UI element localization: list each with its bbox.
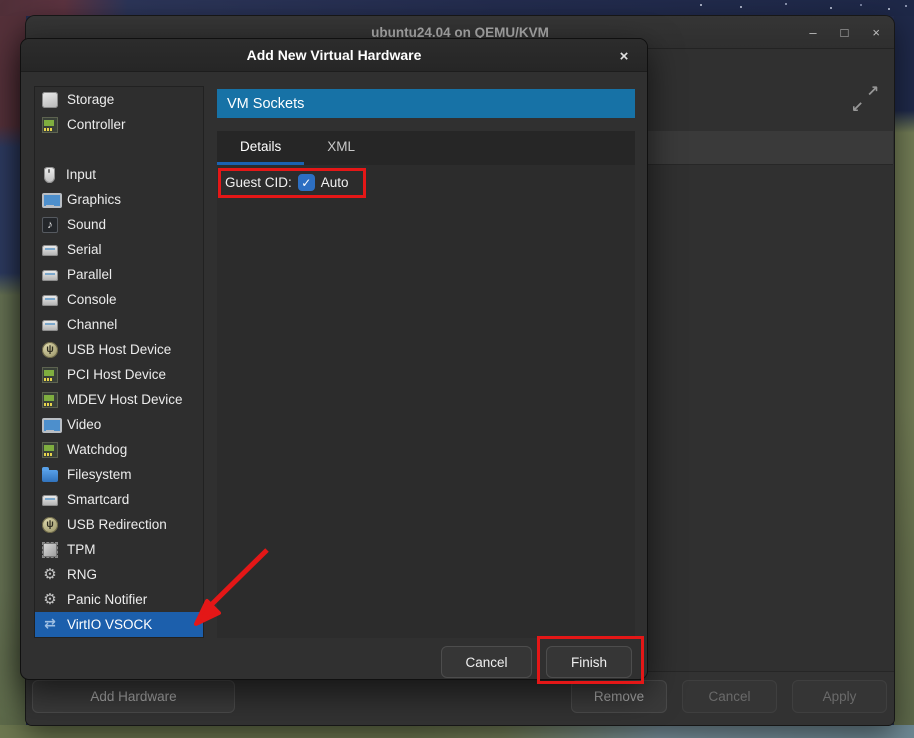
dialog-close-icon[interactable]: × bbox=[614, 46, 634, 66]
gear-icon bbox=[42, 567, 58, 583]
pci-card-icon bbox=[42, 117, 58, 133]
sidebar-item-label: Serial bbox=[67, 242, 102, 257]
sidebar-item-label: Channel bbox=[67, 317, 117, 332]
speaker-icon bbox=[42, 217, 58, 233]
folder-icon bbox=[42, 470, 58, 482]
dialog-title: Add New Virtual Hardware bbox=[247, 47, 422, 63]
sidebar-item-label: Parallel bbox=[67, 267, 112, 282]
hardware-type-list: Storage Controller Input Graphics Sound … bbox=[34, 86, 204, 638]
port-icon bbox=[42, 270, 58, 281]
sidebar-item-label: Filesystem bbox=[67, 467, 132, 482]
sidebar-item-label: TPM bbox=[67, 542, 96, 557]
arrows-icon bbox=[42, 617, 58, 633]
desktop-wallpaper-top bbox=[0, 0, 914, 16]
monitor-icon bbox=[42, 417, 58, 433]
sidebar-item-sound[interactable]: Sound bbox=[35, 212, 203, 237]
sidebar-item-filesystem[interactable]: Filesystem bbox=[35, 462, 203, 487]
sidebar-item-label: Panic Notifier bbox=[67, 592, 147, 607]
panel-tabbar: Details XML bbox=[217, 131, 635, 165]
sidebar-item-console[interactable]: Console bbox=[35, 287, 203, 312]
sidebar-item-parallel[interactable]: Parallel bbox=[35, 262, 203, 287]
usb-icon bbox=[42, 517, 58, 533]
sidebar-item-usb-redirection[interactable]: USB Redirection bbox=[35, 512, 203, 537]
sidebar-item-label: USB Host Device bbox=[67, 342, 171, 357]
close-icon[interactable]: × bbox=[872, 26, 880, 39]
auto-checkbox-label: Auto bbox=[321, 175, 349, 190]
port-icon bbox=[42, 495, 58, 506]
sidebar-item-label: Graphics bbox=[67, 192, 121, 207]
sidebar-item-label: Controller bbox=[67, 117, 126, 132]
wallpaper-stars bbox=[700, 4, 702, 6]
panel-content: Guest CID: Auto bbox=[217, 165, 635, 638]
remove-button[interactable]: Remove bbox=[571, 680, 667, 713]
sidebar-item-label: Input bbox=[66, 167, 96, 182]
maximize-icon[interactable]: □ bbox=[841, 26, 849, 39]
sidebar-item-usb-host-device[interactable]: USB Host Device bbox=[35, 337, 203, 362]
desktop-wallpaper-right bbox=[894, 0, 914, 738]
guest-cid-label: Guest CID: bbox=[225, 175, 292, 190]
sidebar-item-smartcard[interactable]: Smartcard bbox=[35, 487, 203, 512]
port-icon bbox=[42, 295, 58, 306]
finish-button[interactable]: Finish bbox=[546, 646, 632, 678]
sidebar-item-label: Console bbox=[67, 292, 117, 307]
sidebar-item-label: Storage bbox=[67, 92, 114, 107]
auto-checkbox[interactable] bbox=[298, 174, 315, 191]
cancel-button[interactable]: Cancel bbox=[441, 646, 532, 678]
sidebar-item-channel[interactable]: Channel bbox=[35, 312, 203, 337]
sidebar-item-virtio-vsock[interactable]: VirtIO VSOCK bbox=[35, 612, 203, 637]
guest-cid-row: Guest CID: Auto bbox=[217, 165, 635, 191]
sidebar-item-label: Sound bbox=[67, 217, 106, 232]
port-icon bbox=[42, 245, 58, 256]
monitor-icon bbox=[42, 192, 58, 208]
disk-icon bbox=[42, 92, 58, 108]
window-controls: – □ × bbox=[809, 16, 880, 48]
sidebar-item-watchdog[interactable]: Watchdog bbox=[35, 437, 203, 462]
tab-xml[interactable]: XML bbox=[304, 131, 378, 165]
usb-icon bbox=[42, 342, 58, 358]
expand-window-icon[interactable] bbox=[850, 84, 880, 114]
port-icon bbox=[42, 320, 58, 331]
sidebar-item-label: PCI Host Device bbox=[67, 367, 166, 382]
sidebar-item-label: USB Redirection bbox=[67, 517, 167, 532]
sidebar-item-video[interactable]: Video bbox=[35, 412, 203, 437]
sidebar-item-spacer[interactable] bbox=[35, 137, 203, 162]
sidebar-item-controller[interactable]: Controller bbox=[35, 112, 203, 137]
minimize-icon[interactable]: – bbox=[809, 26, 816, 39]
sidebar-item-graphics[interactable]: Graphics bbox=[35, 187, 203, 212]
pci-card-icon bbox=[42, 367, 58, 383]
sidebar-item-rng[interactable]: RNG bbox=[35, 562, 203, 587]
tab-details[interactable]: Details bbox=[217, 131, 304, 165]
gear-icon bbox=[42, 592, 58, 608]
vm-apply-button[interactable]: Apply bbox=[792, 680, 887, 713]
panel-header-label: VM Sockets bbox=[227, 96, 304, 112]
panel-header: VM Sockets bbox=[217, 89, 635, 118]
tab-label: XML bbox=[327, 139, 355, 154]
sidebar-item-label: Video bbox=[67, 417, 101, 432]
sidebar-item-panic-notifier[interactable]: Panic Notifier bbox=[35, 587, 203, 612]
sidebar-item-label: VirtIO VSOCK bbox=[67, 617, 152, 632]
sidebar-item-storage[interactable]: Storage bbox=[35, 87, 203, 112]
sidebar-item-input[interactable]: Input bbox=[35, 162, 203, 187]
sidebar-item-tpm[interactable]: TPM bbox=[35, 537, 203, 562]
add-hardware-button[interactable]: Add Hardware bbox=[32, 680, 235, 713]
tab-label: Details bbox=[240, 139, 281, 154]
sidebar-item-label: RNG bbox=[67, 567, 97, 582]
sidebar-item-label: MDEV Host Device bbox=[67, 392, 183, 407]
sidebar-item-mdev-host-device[interactable]: MDEV Host Device bbox=[35, 387, 203, 412]
desktop-wallpaper-bottom bbox=[0, 725, 914, 738]
sidebar-item-serial[interactable]: Serial bbox=[35, 237, 203, 262]
sidebar-item-label: Smartcard bbox=[67, 492, 129, 507]
pci-card-icon bbox=[42, 442, 58, 458]
sidebar-item-pci-host-device[interactable]: PCI Host Device bbox=[35, 362, 203, 387]
vm-cancel-button[interactable]: Cancel bbox=[682, 680, 777, 713]
sidebar-item-label: Watchdog bbox=[67, 442, 127, 457]
add-hardware-dialog: Add New Virtual Hardware × Storage Contr… bbox=[20, 38, 648, 680]
pci-card-icon bbox=[42, 392, 58, 408]
mouse-icon bbox=[44, 167, 55, 183]
chip-icon bbox=[44, 544, 56, 556]
dialog-headerbar[interactable]: Add New Virtual Hardware × bbox=[21, 39, 647, 72]
